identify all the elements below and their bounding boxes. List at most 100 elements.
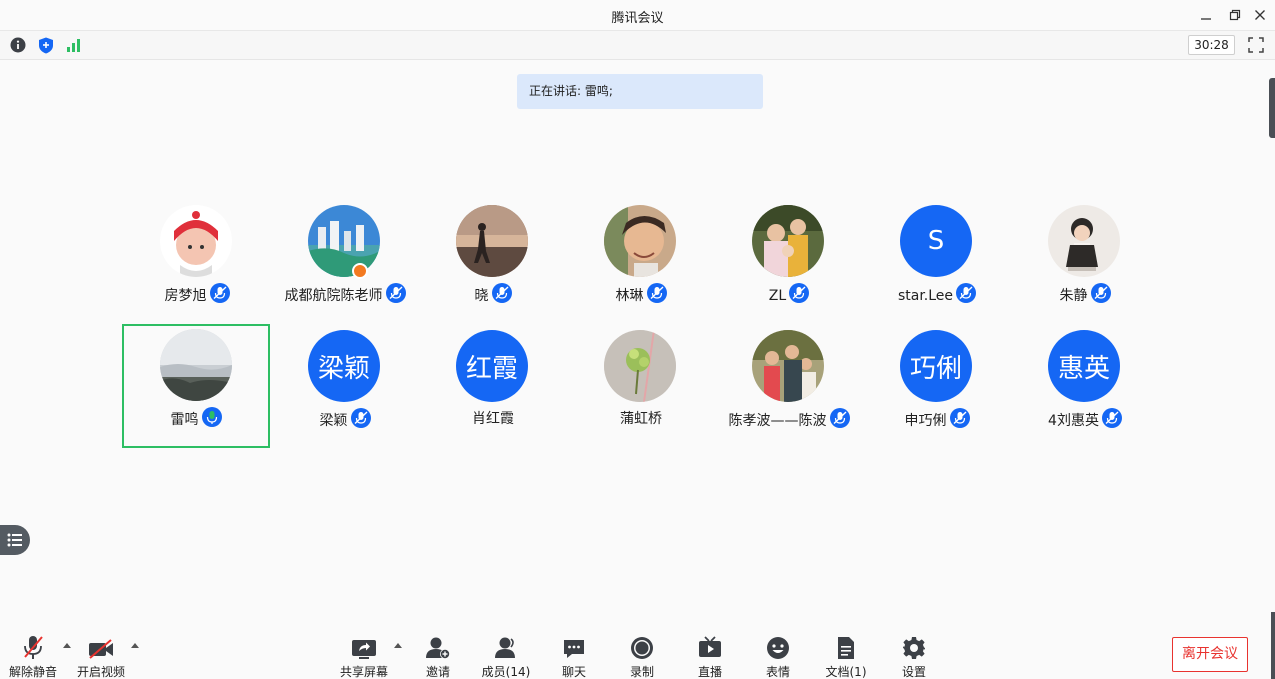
avatar <box>604 330 676 402</box>
share-screen-button[interactable]: 共享屏幕 <box>332 632 396 679</box>
speaking-name: 雷鸣; <box>584 84 613 98</box>
window-title: 腾讯会议 <box>611 11 664 26</box>
avatar: 梁颖 <box>308 330 380 402</box>
chat-button[interactable]: 聊天 <box>542 632 606 679</box>
participant-name: 林琳 <box>615 288 644 304</box>
participant-list-toggle[interactable] <box>0 525 30 555</box>
mic-icon <box>1101 408 1122 428</box>
participant-tile[interactable]: 晓 <box>419 203 567 327</box>
emoji-label: 表情 <box>765 665 790 679</box>
unmute-button[interactable]: 解除静音 <box>1 632 65 679</box>
mic-muted-icon <box>24 636 43 659</box>
members-icon <box>495 637 515 658</box>
participant-tile[interactable]: 惠英 4刘惠英 <box>1011 328 1159 452</box>
documents-label: 文档(1) <box>825 665 867 679</box>
mic-icon <box>949 408 970 428</box>
start-video-label: 开启视频 <box>76 665 125 679</box>
participant-name: 雷鸣 <box>170 412 199 428</box>
participant-tile[interactable]: 林琳 <box>567 203 715 327</box>
live-button[interactable]: 直播 <box>678 632 742 679</box>
meeting-info-button[interactable] <box>9 36 27 54</box>
close-button[interactable] <box>1250 6 1270 24</box>
share-options-caret-icon[interactable] <box>393 641 403 649</box>
share-screen-icon <box>352 640 376 659</box>
restore-button[interactable] <box>1225 6 1245 24</box>
info-icon <box>10 37 26 53</box>
gear-icon <box>903 637 925 659</box>
avatar <box>752 330 824 402</box>
participant-name: 梁颖 <box>319 413 348 429</box>
unmute-label: 解除静音 <box>8 665 57 679</box>
minimize-icon <box>1201 18 1211 20</box>
participant-tile[interactable]: S star.Lee <box>863 203 1011 327</box>
signal-icon <box>67 39 80 52</box>
avatar <box>160 205 232 277</box>
avatar: 红霞 <box>456 330 528 402</box>
mic-icon <box>646 283 667 303</box>
participant-name: 蒲虹桥 <box>620 411 662 427</box>
record-button[interactable]: 录制 <box>610 632 674 679</box>
scrollbar[interactable] <box>1269 78 1275 138</box>
participant-name: 陈孝波——陈波 <box>728 413 827 429</box>
camera-off-icon <box>89 639 113 659</box>
participant-name: 肖红霞 <box>472 411 514 427</box>
participant-name: 成都航院陈老师 <box>284 288 383 304</box>
avatar <box>308 205 380 277</box>
settings-button[interactable]: 设置 <box>882 632 946 679</box>
share-screen-label: 共享屏幕 <box>339 665 388 679</box>
documents-button[interactable]: 文档(1) <box>814 632 878 679</box>
start-video-button[interactable]: 开启视频 <box>69 632 133 679</box>
minimize-button[interactable] <box>1196 6 1216 24</box>
members-button[interactable]: 成员(14) <box>474 632 538 679</box>
close-icon <box>1255 10 1265 20</box>
speaking-label: 正在讲话: <box>529 84 585 98</box>
emoji-button[interactable]: 表情 <box>746 632 810 679</box>
restore-icon <box>1229 9 1241 21</box>
avatar <box>604 205 676 277</box>
network-button[interactable] <box>65 36 83 54</box>
security-button[interactable] <box>37 36 55 54</box>
avatar <box>752 205 824 277</box>
mic-icon <box>956 283 977 303</box>
shield-icon <box>39 37 53 53</box>
avatar: 惠英 <box>1048 330 1120 402</box>
participant-name: star.Lee <box>897 288 954 304</box>
video-options-caret-icon[interactable] <box>130 641 140 649</box>
settings-label: 设置 <box>901 665 926 679</box>
participant-tile[interactable]: 陈孝波——陈波 <box>715 328 863 452</box>
document-icon <box>838 637 854 659</box>
participant-name: 申巧俐 <box>904 413 947 429</box>
mic-icon <box>491 283 512 303</box>
mic-icon <box>1090 283 1111 303</box>
fullscreen-button[interactable] <box>1247 36 1265 54</box>
participant-tile[interactable]: 房梦旭 <box>123 203 271 327</box>
avatar: S <box>900 205 972 277</box>
participant-tile[interactable]: 朱静 <box>1011 203 1159 327</box>
mic-icon <box>789 283 810 303</box>
list-icon <box>7 533 22 547</box>
fullscreen-icon <box>1248 37 1264 53</box>
participant-tile-active-speaker[interactable]: 雷鸣 <box>122 324 270 448</box>
invite-button[interactable]: 邀请 <box>406 632 470 679</box>
host-badge-icon <box>352 263 368 279</box>
meeting-status-bar: 30:28 <box>0 31 1275 60</box>
speaking-indicator: 正在讲话: 雷鸣; <box>517 74 763 109</box>
mic-icon <box>350 408 371 428</box>
participant-tile[interactable]: 成都航院陈老师 <box>271 203 419 327</box>
smiley-icon <box>767 637 789 659</box>
add-user-icon <box>426 637 450 659</box>
avatar <box>160 329 232 401</box>
participant-tile[interactable]: 巧俐 申巧俐 <box>863 328 1011 452</box>
mic-icon <box>209 283 230 303</box>
participant-tile[interactable]: ZL <box>715 203 863 327</box>
participant-tile[interactable]: 梁颖 梁颖 <box>271 328 419 452</box>
participant-name: 4刘惠英 <box>1048 413 1099 429</box>
chat-label: 聊天 <box>561 665 586 679</box>
members-label: 成员(14) <box>481 665 531 679</box>
participant-name: 朱静 <box>1059 288 1088 304</box>
live-stream-icon <box>699 636 721 657</box>
leave-meeting-button[interactable]: 离开会议 <box>1172 637 1248 672</box>
live-label: 直播 <box>697 665 722 679</box>
participant-tile[interactable]: 红霞 肖红霞 <box>419 328 567 452</box>
participant-tile[interactable]: 蒲虹桥 <box>567 328 715 452</box>
